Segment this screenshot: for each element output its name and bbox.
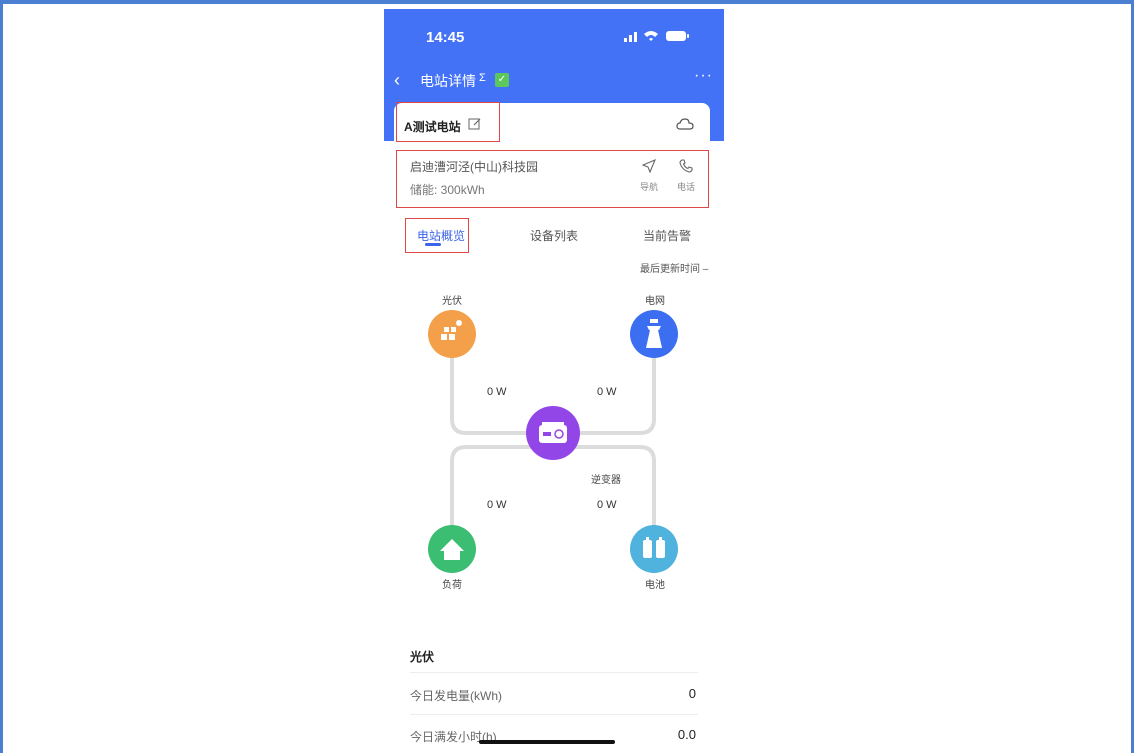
status-icons [624, 31, 689, 42]
divider [410, 672, 698, 673]
navigate-label: 导航 [639, 182, 658, 192]
tab-device-list[interactable]: 设备列表 [530, 227, 578, 244]
pv-label: 光伏 [442, 296, 462, 307]
cloud-icon[interactable] [676, 117, 694, 131]
phone-icon [679, 159, 693, 173]
today-generation-value: 0 [688, 686, 696, 701]
battery-label: 电池 [645, 580, 665, 591]
today-generation-label: 今日发电量(kWh) [410, 689, 502, 703]
flow-line-bottom [450, 445, 656, 534]
call-button[interactable]: 电话 [674, 159, 698, 193]
more-icon[interactable]: ··· [694, 67, 713, 85]
divider [410, 714, 698, 715]
station-name: A测试电站 [404, 120, 461, 134]
status-time: 14:45 [426, 29, 465, 46]
navigate-button[interactable]: 导航 [637, 158, 661, 193]
call-label: 电话 [676, 182, 695, 192]
energy-flow-diagram [428, 310, 678, 573]
grid-power: 0 W [597, 386, 617, 398]
tab-underline [425, 243, 441, 246]
station-capacity: 储能: 300kWh [410, 183, 485, 197]
grid-label: 电网 [645, 296, 665, 307]
wifi-icon [644, 31, 658, 41]
home-indicator [479, 740, 615, 744]
tab-current-alarms[interactable]: 当前告警 [643, 227, 691, 244]
tab-overview[interactable]: 电站概览 [417, 227, 465, 244]
load-label: 负荷 [442, 580, 462, 591]
battery-node-icon [630, 525, 678, 573]
last-updated: 最后更新时间 – [640, 264, 709, 275]
pv-section-title: 光伏 [410, 650, 435, 664]
check-icon: ✓ [495, 73, 509, 87]
back-icon[interactable]: ‹ [394, 69, 412, 91]
station-address: 启迪漕河泾(中山)科技园 [410, 160, 538, 174]
edit-icon[interactable] [468, 117, 482, 131]
pv-power: 0 W [487, 386, 507, 398]
phone-screen: 14:45 ‹ 电站详情 Σ ✓ ··· A测试电站 启迪漕河泾(中山)科技园 … [384, 9, 724, 753]
load-power: 0 W [487, 499, 507, 511]
signal-icon [624, 38, 627, 42]
battery-status-icon [666, 31, 686, 41]
inverter-icon [539, 422, 567, 443]
inverter-label: 逆变器 [591, 475, 621, 486]
page-title: 电站详情 [420, 73, 476, 89]
battery-power: 0 W [597, 499, 617, 511]
sigma-icon: Σ [479, 72, 486, 84]
navigate-icon [641, 158, 657, 174]
today-full-hours-value: 0.0 [677, 727, 696, 742]
